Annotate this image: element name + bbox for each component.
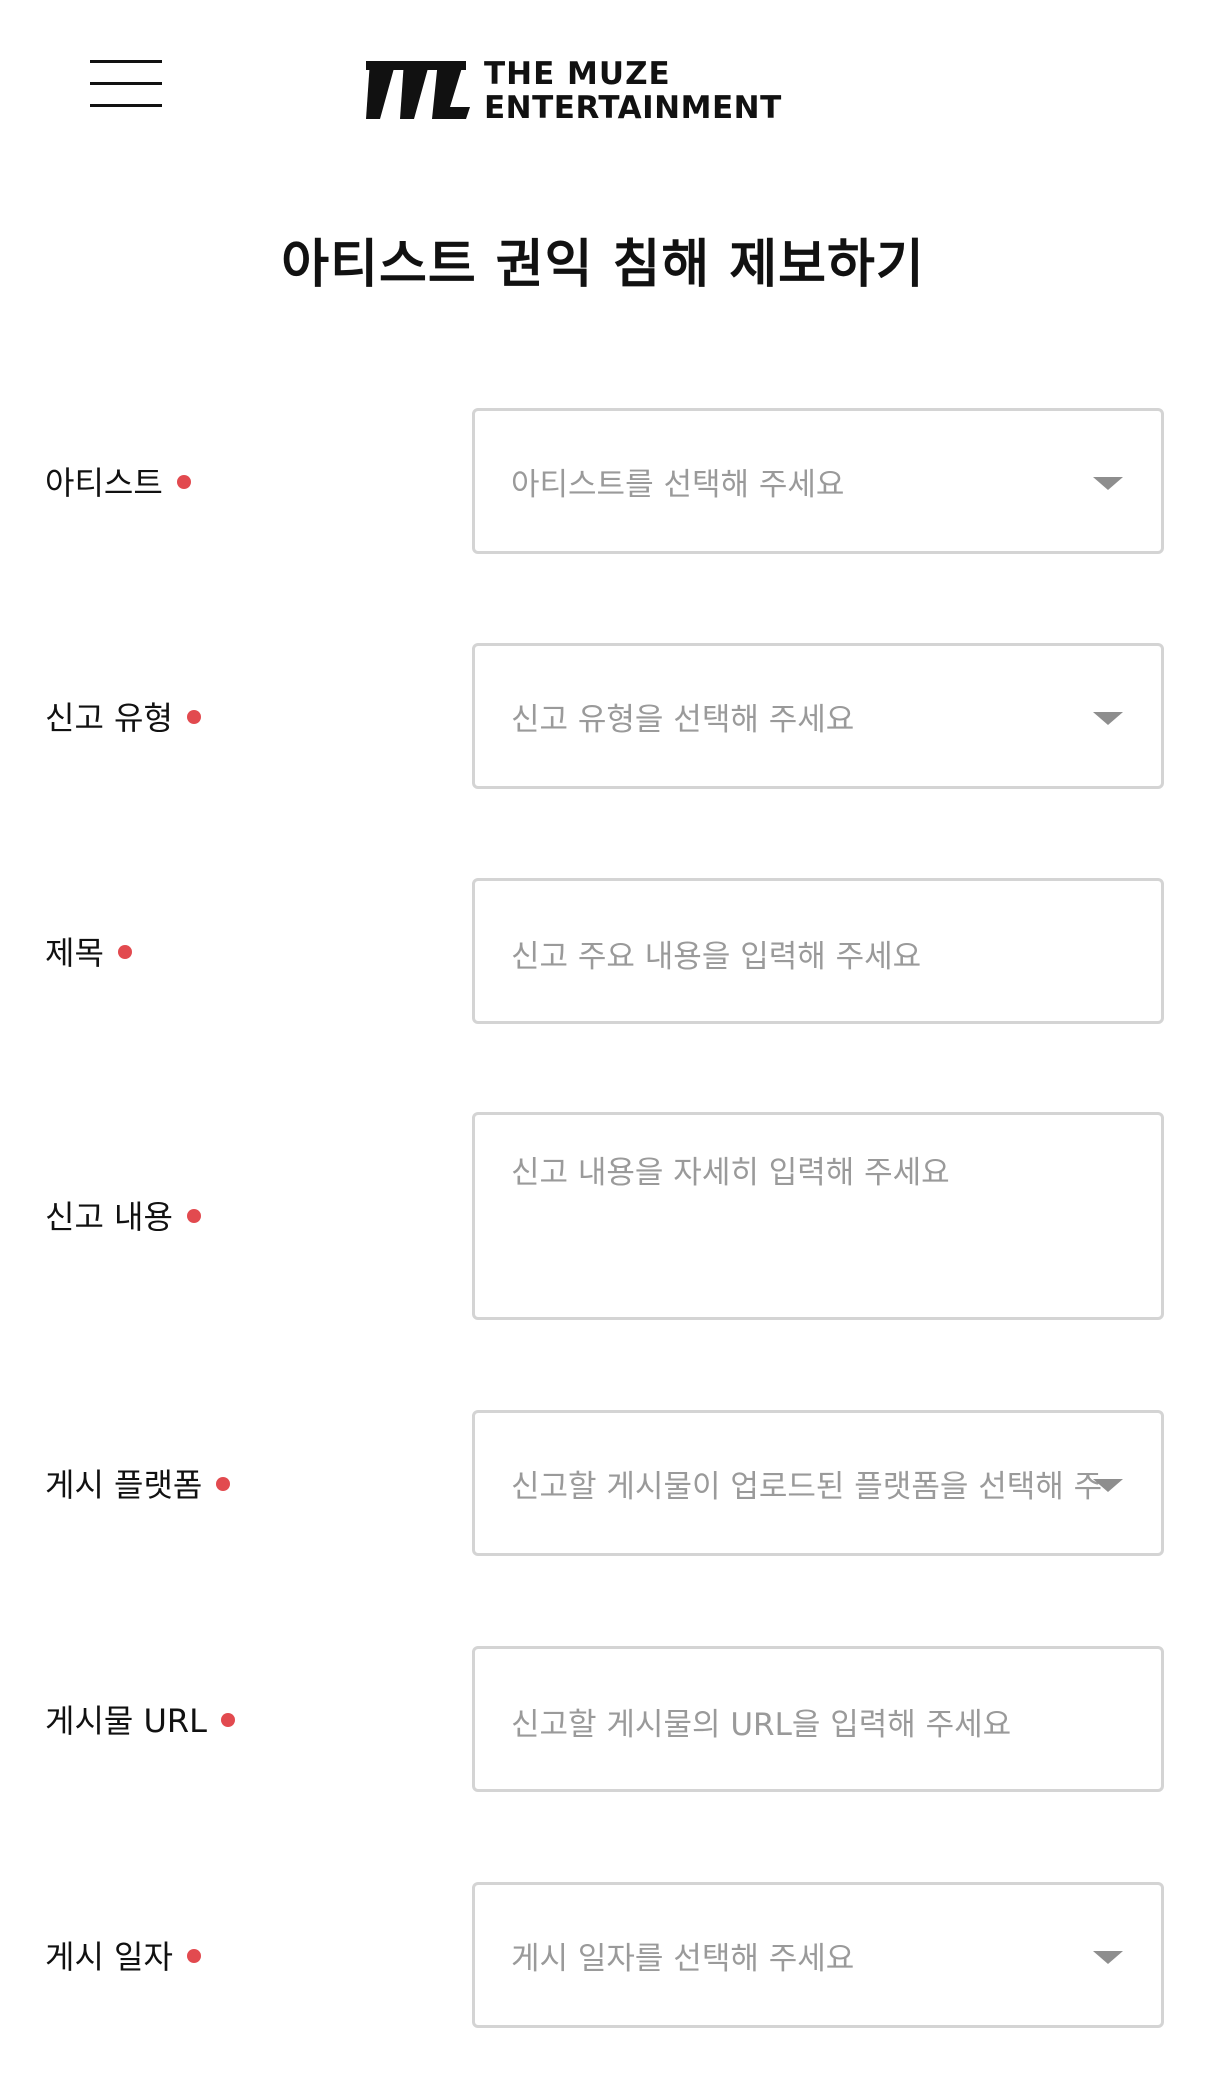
- date-select[interactable]: 게시 일자를 선택해 주세요: [472, 1882, 1164, 2028]
- field-label-url: 게시물 URL: [45, 1696, 235, 1742]
- field-label-title: 제목: [45, 928, 132, 974]
- field-label-date: 게시 일자: [45, 1932, 201, 1978]
- label-text: 신고 유형: [45, 699, 173, 737]
- content-textarea-placeholder: 신고 내용을 자세히 입력해 주세요: [511, 1155, 950, 1191]
- field-label-content: 신고 내용: [45, 1192, 201, 1238]
- form-row-artist: 아티스트 아티스트를 선택해 주세요: [0, 408, 1206, 554]
- report-type-select-placeholder: 신고 유형을 선택해 주세요: [511, 702, 855, 738]
- chevron-down-icon: [1093, 477, 1123, 490]
- chevron-down-icon: [1093, 712, 1123, 725]
- logo-text-line1: THE MUZE: [484, 56, 671, 92]
- field-label-artist: 아티스트: [45, 458, 191, 504]
- logo-mark-icon: [366, 61, 470, 119]
- label-text: 신고 내용: [45, 1198, 173, 1236]
- form-row-title: 제목 신고 주요 내용을 입력해 주세요: [0, 878, 1206, 1024]
- menu-bar-top: [90, 60, 162, 63]
- top-header: THE MUZE ENTERTAINMENT: [0, 0, 1206, 180]
- form-row-date: 게시 일자 게시 일자를 선택해 주세요: [0, 1882, 1206, 2028]
- url-input-placeholder: 신고할 게시물의 URL을 입력해 주세요: [511, 1707, 1012, 1743]
- required-indicator: [186, 1209, 201, 1223]
- form-row-platform: 게시 플랫폼 신고할 게시물이 업로드된 플랫폼을 선택해 주: [0, 1410, 1206, 1556]
- artist-select-placeholder: 아티스트를 선택해 주세요: [511, 467, 845, 503]
- field-label-report-type: 신고 유형: [45, 693, 201, 739]
- label-text: 게시물 URL: [45, 1702, 207, 1740]
- required-indicator: [117, 945, 132, 959]
- menu-bar-bottom: [90, 104, 162, 107]
- logo-text-line2: ENTERTAINMENT: [484, 90, 782, 126]
- platform-select[interactable]: 신고할 게시물이 업로드된 플랫폼을 선택해 주: [472, 1410, 1164, 1556]
- chevron-down-icon: [1093, 1479, 1123, 1492]
- title-input[interactable]: 신고 주요 내용을 입력해 주세요: [472, 878, 1164, 1024]
- report-type-select[interactable]: 신고 유형을 선택해 주세요: [472, 643, 1164, 789]
- platform-select-placeholder: 신고할 게시물이 업로드된 플랫폼을 선택해 주: [511, 1469, 1103, 1505]
- required-indicator: [176, 475, 191, 489]
- required-indicator: [220, 1713, 235, 1727]
- date-select-placeholder: 게시 일자를 선택해 주세요: [511, 1941, 855, 1977]
- label-text: 제목: [45, 934, 104, 972]
- required-indicator: [216, 1477, 231, 1491]
- required-indicator: [186, 1949, 201, 1963]
- field-label-platform: 게시 플랫폼: [45, 1460, 231, 1506]
- page-title: 아티스트 권익 침해 제보하기: [281, 235, 925, 295]
- form-row-url: 게시물 URL 신고할 게시물의 URL을 입력해 주세요: [0, 1646, 1206, 1792]
- label-text: 게시 일자: [45, 1938, 173, 1976]
- label-text: 게시 플랫폼: [45, 1466, 203, 1504]
- artist-select[interactable]: 아티스트를 선택해 주세요: [472, 408, 1164, 554]
- logo-wordmark: THE MUZE ENTERTAINMENT: [484, 55, 782, 124]
- brand-logo[interactable]: THE MUZE ENTERTAINMENT: [366, 55, 846, 125]
- label-text: 아티스트: [45, 464, 163, 502]
- form-row-content: 신고 내용 신고 내용을 자세히 입력해 주세요: [0, 1112, 1206, 1320]
- title-input-placeholder: 신고 주요 내용을 입력해 주세요: [511, 939, 922, 975]
- content-textarea[interactable]: 신고 내용을 자세히 입력해 주세요: [472, 1112, 1164, 1320]
- hamburger-menu-icon[interactable]: [82, 52, 164, 120]
- required-indicator: [186, 710, 201, 724]
- chevron-down-icon: [1093, 1951, 1123, 1964]
- url-input[interactable]: 신고할 게시물의 URL을 입력해 주세요: [472, 1646, 1164, 1792]
- form-row-report-type: 신고 유형 신고 유형을 선택해 주세요: [0, 643, 1206, 789]
- menu-bar-middle: [90, 82, 162, 85]
